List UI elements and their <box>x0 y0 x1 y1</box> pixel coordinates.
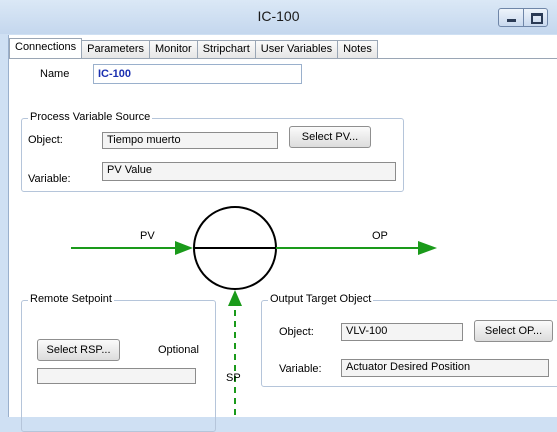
remote-setpoint-group: Remote Setpoint <box>21 293 216 432</box>
op-object-label: Object: <box>279 326 314 338</box>
title-bar: IC-100 <box>0 0 557 34</box>
rsp-field[interactable] <box>37 368 196 384</box>
maximize-icon <box>530 13 543 24</box>
sp-arrow-head <box>228 290 242 306</box>
op-arrow-head <box>418 241 437 255</box>
maximize-button[interactable] <box>522 9 548 26</box>
window-title: IC-100 <box>257 8 300 24</box>
minimize-button[interactable] <box>499 9 523 26</box>
select-rsp-button[interactable]: Select RSP... <box>37 339 120 361</box>
output-target-object-legend: Output Target Object <box>268 293 374 305</box>
op-variable-field[interactable]: Actuator Desired Position <box>341 359 549 377</box>
select-op-button[interactable]: Select OP... <box>474 320 553 342</box>
minimize-icon <box>507 19 516 22</box>
op-variable-label: Variable: <box>279 363 322 375</box>
op-label: OP <box>372 230 388 242</box>
remote-setpoint-legend: Remote Setpoint <box>28 293 114 305</box>
optional-label: Optional <box>158 344 199 356</box>
window-controls <box>498 8 548 27</box>
pv-label: PV <box>140 230 155 242</box>
pv-arrow-head <box>175 241 193 255</box>
op-object-field[interactable]: VLV-100 <box>341 323 463 341</box>
main-panel: Connections Parameters Monitor Stripchar… <box>8 35 557 432</box>
sp-label: SP <box>226 372 241 384</box>
